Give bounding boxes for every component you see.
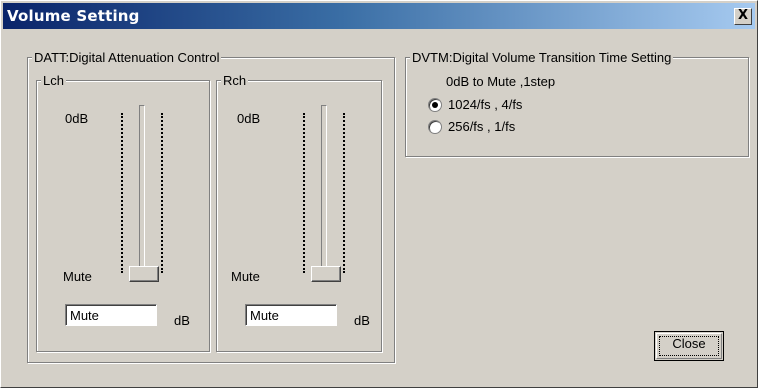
window-title: Volume Setting <box>7 7 140 25</box>
close-button[interactable]: Close <box>654 331 724 361</box>
radio-256fs[interactable] <box>428 120 442 134</box>
rch-0db-label: 0dB <box>237 111 261 126</box>
lch-left-ticks <box>121 113 128 273</box>
rch-left-ticks <box>303 113 310 273</box>
datt-group: DATT:Digital Attenuation Control Lch 0dB… <box>27 50 395 363</box>
rch-mute-label: Mute <box>231 269 260 284</box>
title-bar[interactable]: Volume Setting X <box>3 3 755 29</box>
dvtm-group: DVTM:Digital Volume Transition Time Sett… <box>405 50 749 157</box>
radio-256fs-label[interactable]: 256/fs , 1/fs <box>448 119 515 134</box>
rch-legend: Rch <box>221 73 249 88</box>
close-button-label: Close <box>672 336 706 351</box>
lch-0db-label: 0dB <box>65 111 89 126</box>
rch-unit-label: dB <box>354 313 370 328</box>
dvtm-legend: DVTM:Digital Volume Transition Time Sett… <box>410 50 674 65</box>
rch-slider-thumb[interactable] <box>311 266 341 282</box>
dvtm-subtitle: 0dB to Mute ,1step <box>446 74 556 89</box>
rch-group: Rch 0dB Mute Mute dB <box>216 73 382 352</box>
lch-right-ticks <box>161 113 168 273</box>
lch-slider-track <box>139 105 145 275</box>
radio-1024fs-label[interactable]: 1024/fs , 4/fs <box>448 97 522 112</box>
lch-group: Lch 0dB Mute Mute dB <box>36 73 210 352</box>
close-window-icon[interactable]: X <box>734 8 752 25</box>
rch-right-ticks <box>343 113 350 273</box>
lch-unit-label: dB <box>174 313 190 328</box>
volume-setting-dialog: Volume Setting X DATT:Digital Attenuatio… <box>0 0 758 388</box>
lch-mute-label: Mute <box>63 269 92 284</box>
lch-legend: Lch <box>41 73 66 88</box>
datt-legend: DATT:Digital Attenuation Control <box>32 50 222 65</box>
lch-slider-thumb[interactable] <box>129 266 159 282</box>
rch-slider-track <box>321 105 327 275</box>
lch-value-field[interactable]: Mute <box>65 304 157 326</box>
radio-1024fs[interactable] <box>428 98 442 112</box>
rch-value-field[interactable]: Mute <box>245 304 337 326</box>
